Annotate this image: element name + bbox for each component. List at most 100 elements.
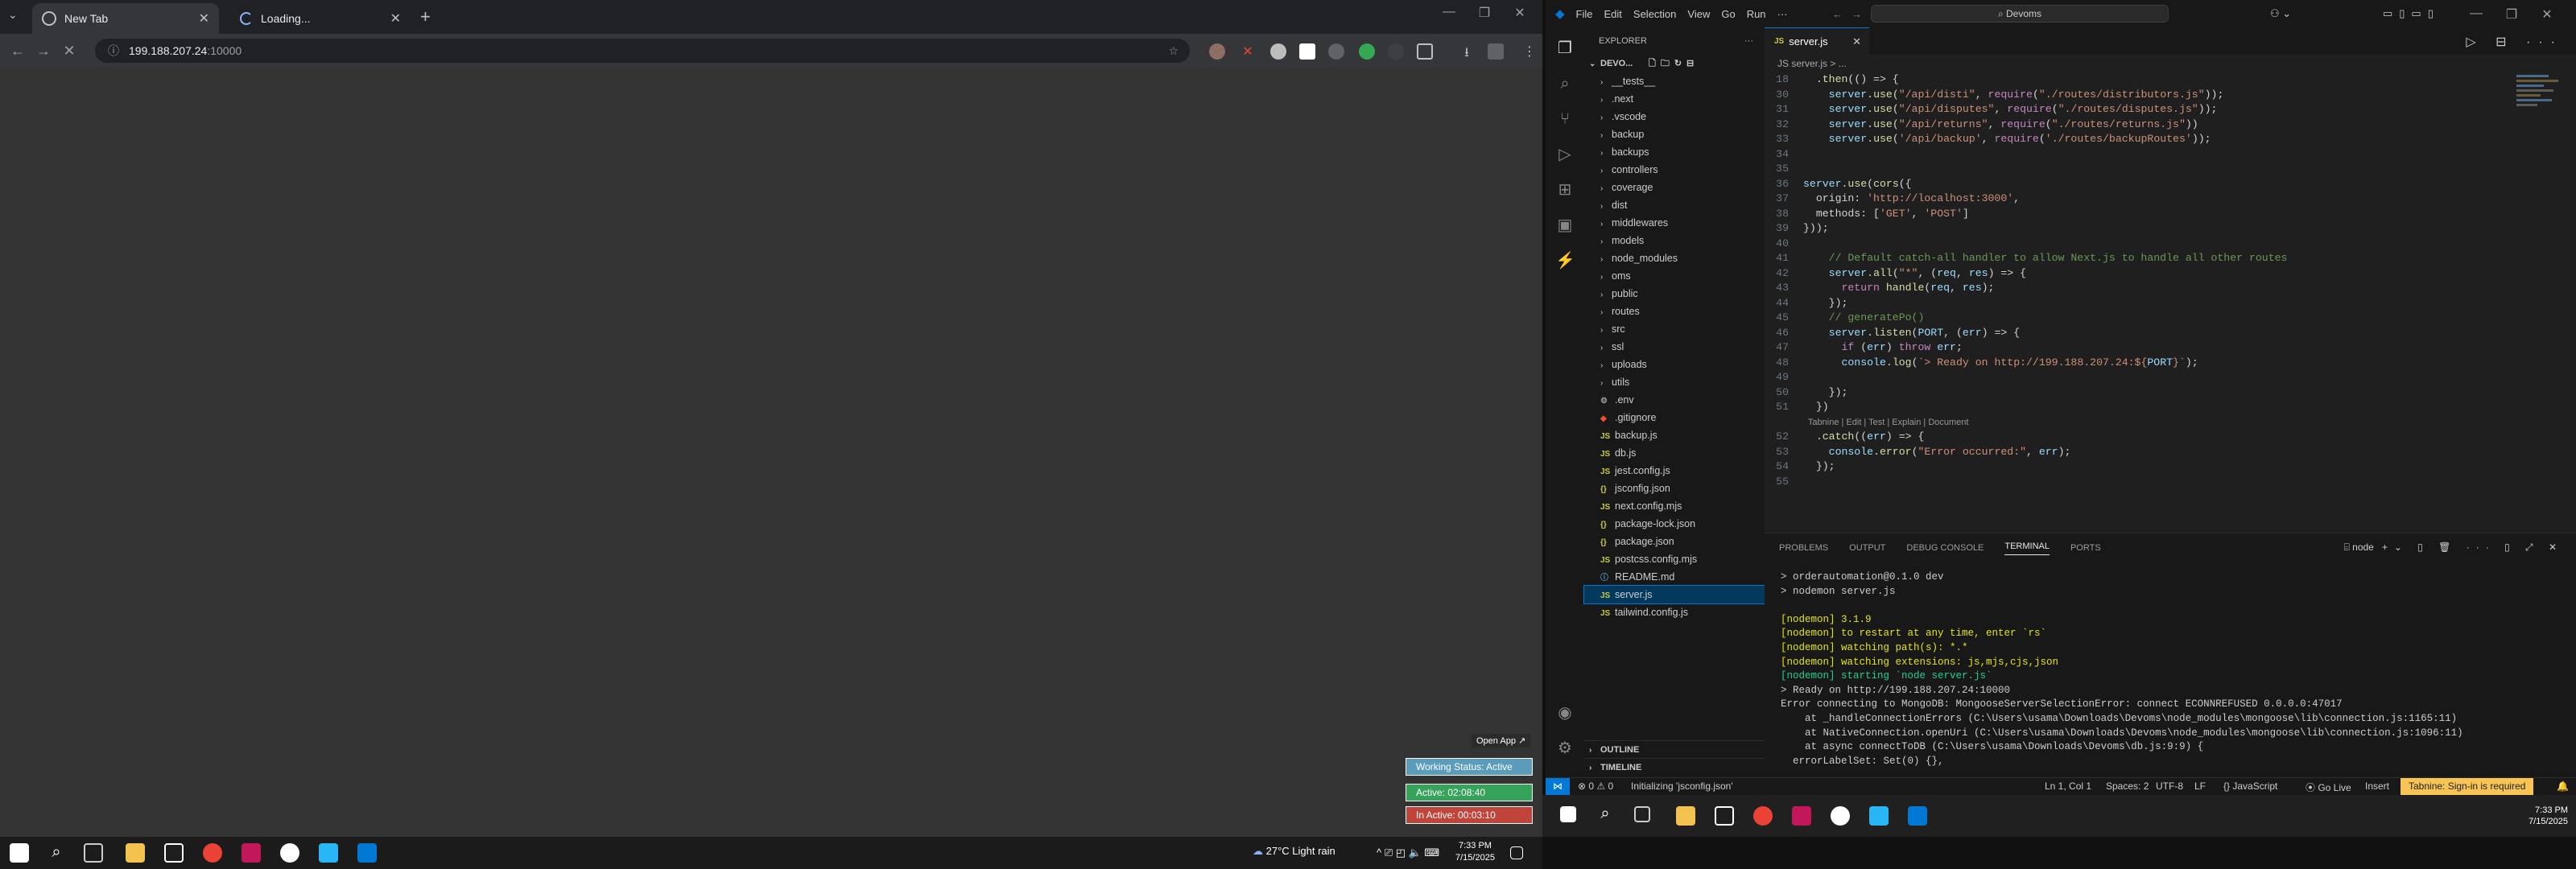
close-tab-icon[interactable]: ✕ [390, 10, 401, 27]
download-icon[interactable]: ⭳ [1459, 43, 1475, 60]
extensions-puzzle-icon[interactable] [1417, 43, 1433, 60]
editor-actions-icons[interactable]: ▷ ⊟ ··· [2466, 34, 2563, 50]
tree-folder[interactable]: › .vscode [1584, 108, 1765, 126]
forward-arrow-icon[interactable]: → [31, 43, 56, 60]
app-icon[interactable] [319, 843, 338, 863]
terminal-toolbar-icons[interactable]: +⌄ ▯ 🗑 ··· ▯ ⤢ ✕ [2382, 542, 2563, 553]
chrome-icon[interactable] [1753, 806, 1773, 826]
code-line[interactable]: 47 if (err) throw err; [1765, 340, 2576, 356]
store-icon[interactable] [1715, 806, 1734, 826]
profile-icon[interactable] [1488, 43, 1504, 60]
code-line[interactable]: 55 [1765, 475, 2576, 490]
close-tab-icon[interactable]: ✕ [1852, 35, 1861, 48]
tree-file[interactable]: JS next.config.mjs [1584, 497, 1765, 515]
terminal-output[interactable]: > orderautomation@0.1.0 dev > nodemon ser… [1781, 570, 2570, 768]
minimize-icon[interactable]: — [1431, 5, 1467, 21]
timeline-section[interactable]: › TIMELINE [1584, 758, 1765, 776]
panel-tab-terminal[interactable]: TERMINAL [2004, 542, 2050, 555]
breadcrumb[interactable]: JS server.js > ... [1765, 55, 2576, 72]
app-icon[interactable] [1792, 806, 1811, 826]
tree-folder[interactable]: › __tests__ [1584, 72, 1765, 90]
search-icon[interactable]: ⌕ [1555, 74, 1575, 93]
tree-file[interactable]: JS tailwind.config.js [1584, 603, 1765, 621]
explorer-actions-icons[interactable]: 🗋🗀↻⊟ [1649, 55, 1699, 72]
tree-file[interactable]: JS server.js [1583, 585, 1765, 604]
tree-file[interactable]: ⚙ .env [1584, 391, 1765, 409]
code-line[interactable]: 46 server.listen(PORT, (err) => { [1765, 326, 2576, 341]
go-live-button[interactable]: ⦿ Go Live [2306, 780, 2351, 794]
more-actions-icon[interactable]: ··· [1744, 27, 1753, 55]
close-window-icon[interactable]: ✕ [1502, 5, 1538, 21]
settings-gear-icon[interactable]: ⚙ [1555, 739, 1575, 758]
menu-item[interactable]: ··· [1777, 8, 1788, 20]
tree-folder[interactable]: › uploads [1584, 356, 1765, 373]
menu-item[interactable]: Go [1721, 8, 1735, 20]
minimize-icon[interactable]: — [2458, 6, 2494, 23]
tree-folder[interactable]: › .next [1584, 90, 1765, 108]
extension-icon[interactable] [1388, 43, 1404, 60]
app-icon[interactable] [242, 843, 261, 863]
code-line[interactable]: 43 return handle(req, res); [1765, 281, 2576, 296]
indentation[interactable]: Spaces: 2 [2106, 780, 2149, 792]
tree-file[interactable]: {} jsconfig.json [1584, 480, 1765, 497]
start-windows-icon[interactable] [10, 843, 29, 863]
tree-file[interactable]: JS db.js [1584, 444, 1765, 462]
menu-item[interactable]: Selection [1633, 8, 1676, 20]
tray-icons[interactable]: ^ ⎚ ◰ 🔈 ⌨ [1377, 846, 1439, 859]
explorer-files-icon[interactable]: ❐ [1555, 39, 1575, 58]
new-tab-plus-icon[interactable]: + [420, 6, 431, 27]
minimap[interactable] [2516, 72, 2565, 161]
panel-tab-problems[interactable]: PROBLEMS [1779, 543, 1828, 553]
nav-forward-icon[interactable]: → [1852, 8, 1862, 20]
tree-folder[interactable]: › backups [1584, 143, 1765, 161]
extensions-icon[interactable]: ⊞ [1555, 180, 1575, 200]
tree-folder[interactable]: › middlewares [1584, 214, 1765, 232]
outline-section[interactable]: › OUTLINE [1584, 740, 1765, 758]
terminal-actions[interactable]: ⌸ node +⌄ ▯ 🗑 ··· ▯ ⤢ ✕ [2344, 542, 2563, 554]
code-line[interactable]: 31 server.use("/api/disputes", require("… [1765, 102, 2576, 117]
account-icon[interactable]: ◉ [1555, 703, 1575, 723]
tree-file[interactable]: JS backup.js [1584, 426, 1765, 444]
tree-folder[interactable]: › src [1584, 320, 1765, 338]
command-center-search[interactable]: ⌕ Devoms [1871, 5, 2169, 23]
app-icon[interactable] [1869, 806, 1889, 826]
code-line[interactable]: 53 console.error("Error occurred:", err)… [1765, 445, 2576, 460]
editor-tab-server-js[interactable]: JS server.js ✕ [1765, 27, 1869, 55]
tree-folder[interactable]: › utils [1584, 373, 1765, 391]
remote-indicator-icon[interactable]: ⋈ [1546, 778, 1570, 795]
tree-folder[interactable]: › coverage [1584, 179, 1765, 196]
code-line[interactable]: 42 server.all("*", (req, res) => { [1765, 266, 2576, 282]
code-line[interactable]: 40 [1765, 237, 2576, 252]
tab-new-tab[interactable]: New Tab ✕ [32, 3, 219, 34]
clock[interactable]: 7:33 PM 7/15/2025 [2529, 805, 2568, 827]
eol[interactable]: LF [2194, 780, 2206, 792]
vscode-taskbar-icon[interactable] [357, 843, 377, 863]
code-line[interactable]: 44 }); [1765, 296, 2576, 311]
lightning-icon[interactable]: ⚡ [1555, 251, 1575, 270]
search-icon[interactable]: ⌕ [47, 843, 66, 863]
bookmark-star-icon[interactable]: ☆ [1168, 44, 1179, 58]
code-line[interactable]: 37 origin: 'http://localhost:3000', [1765, 192, 2576, 207]
panel-tab-ports[interactable]: PORTS [2070, 543, 2101, 553]
tab-loading[interactable]: Loading... ✕ [230, 3, 411, 34]
address-bar[interactable]: ⓘ 199.188.207.24:10000 ☆ [95, 39, 1190, 63]
file-explorer-icon[interactable] [126, 843, 145, 863]
tree-folder[interactable]: › ssl [1584, 338, 1765, 356]
copilot-icon[interactable]: ⚇ ⌄ [2270, 7, 2291, 20]
source-control-icon[interactable]: ⑂ [1555, 109, 1575, 129]
tree-folder[interactable]: › node_modules [1584, 249, 1765, 267]
extension-icon[interactable]: ✕ [1240, 43, 1256, 60]
app-icon[interactable] [280, 843, 299, 863]
task-view-icon[interactable] [1634, 806, 1650, 822]
tree-file[interactable]: ⓘ README.md [1584, 568, 1765, 586]
store-icon[interactable] [164, 843, 184, 863]
tree-file[interactable]: {} package.json [1584, 533, 1765, 550]
cursor-position[interactable]: Ln 1, Col 1 [2045, 780, 2091, 792]
start-windows-icon[interactable] [1560, 806, 1576, 822]
menu-item[interactable]: Run [1747, 8, 1766, 20]
extension-icon[interactable] [1209, 43, 1225, 60]
code-line[interactable]: 50 }); [1765, 385, 2576, 401]
run-debug-icon[interactable]: ▷ [1555, 145, 1575, 164]
tab-search-chevron-icon[interactable]: ⌄ [8, 8, 18, 22]
panel-tab-debug-console[interactable]: DEBUG CONSOLE [1906, 543, 1984, 553]
